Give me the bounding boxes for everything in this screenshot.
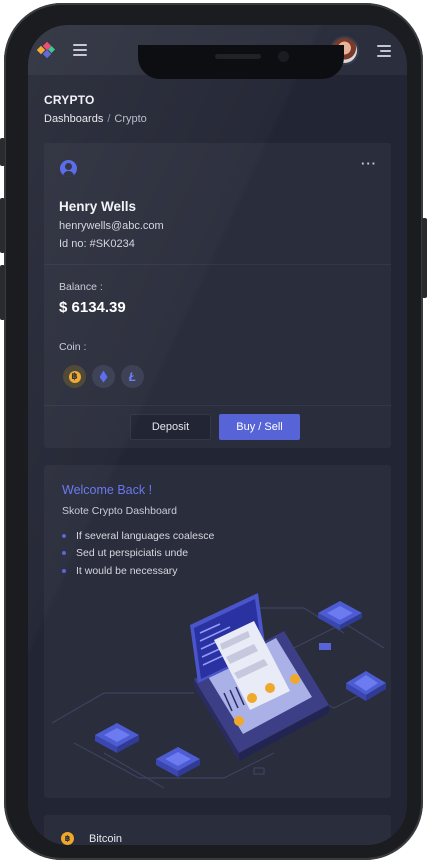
phone-notch: [138, 45, 344, 79]
breadcrumb-separator: /: [107, 113, 111, 125]
bitcoin-icon[interactable]: ฿: [63, 365, 86, 388]
profile-id: Id no: #SK0234: [59, 238, 135, 250]
profile-name: Henry Wells: [59, 199, 137, 214]
actions-divider: [44, 405, 391, 406]
page-title: CRYPTO: [44, 93, 95, 107]
wallet-card: ฿ Bitcoin: [44, 815, 391, 845]
menu-toggle-icon[interactable]: [73, 44, 87, 59]
list-item: It would be necessary: [62, 562, 214, 580]
volume-up-button: [0, 198, 5, 253]
breadcrumb-current: Crypto: [114, 113, 147, 125]
user-circle-icon: [60, 160, 77, 177]
ethereum-icon[interactable]: [92, 365, 115, 388]
balance-value: $ 6134.39: [59, 299, 126, 316]
welcome-card: Welcome Back ! Skote Crypto Dashboard If…: [44, 465, 391, 798]
coin-label: Coin :: [59, 341, 87, 353]
litecoin-icon[interactable]: Ł: [121, 365, 144, 388]
balance-label: Balance :: [59, 281, 103, 293]
speaker-grille: [215, 54, 261, 59]
volume-down-button: [0, 265, 5, 320]
profile-card: ··· Henry Wells henrywells@abc.com Id no…: [44, 143, 391, 448]
list-item: Sed ut perspiciatis unde: [62, 545, 214, 563]
bitcoin-icon: ฿: [61, 832, 74, 845]
mute-switch: [0, 138, 5, 166]
deposit-button[interactable]: Deposit: [130, 414, 211, 440]
wallet-coin-name[interactable]: Bitcoin: [89, 833, 122, 845]
breadcrumb: Dashboards / Crypto: [44, 113, 147, 125]
welcome-title: Welcome Back !: [62, 483, 153, 497]
profile-divider: [44, 264, 391, 265]
welcome-list: If several languages coalesce Sed ut per…: [62, 527, 214, 580]
front-camera: [278, 51, 289, 62]
more-options-icon[interactable]: ···: [361, 156, 377, 171]
breadcrumb-link-dashboards[interactable]: Dashboards: [44, 113, 103, 125]
phone-screen: CRYPTO Dashboards / Crypto ··· Henry Wells…: [28, 25, 407, 845]
crypto-illustration: [51, 593, 386, 789]
list-item: If several languages coalesce: [62, 527, 214, 545]
phone-frame: CRYPTO Dashboards / Crypto ··· Henry Wells…: [0, 3, 427, 860]
buy-sell-button[interactable]: Buy / Sell: [219, 414, 300, 440]
power-button: [422, 218, 427, 298]
right-sidebar-toggle-icon[interactable]: [377, 45, 391, 60]
profile-email: henrywells@abc.com: [59, 220, 164, 232]
app-logo-icon[interactable]: [36, 40, 56, 60]
welcome-subtitle: Skote Crypto Dashboard: [62, 505, 177, 517]
